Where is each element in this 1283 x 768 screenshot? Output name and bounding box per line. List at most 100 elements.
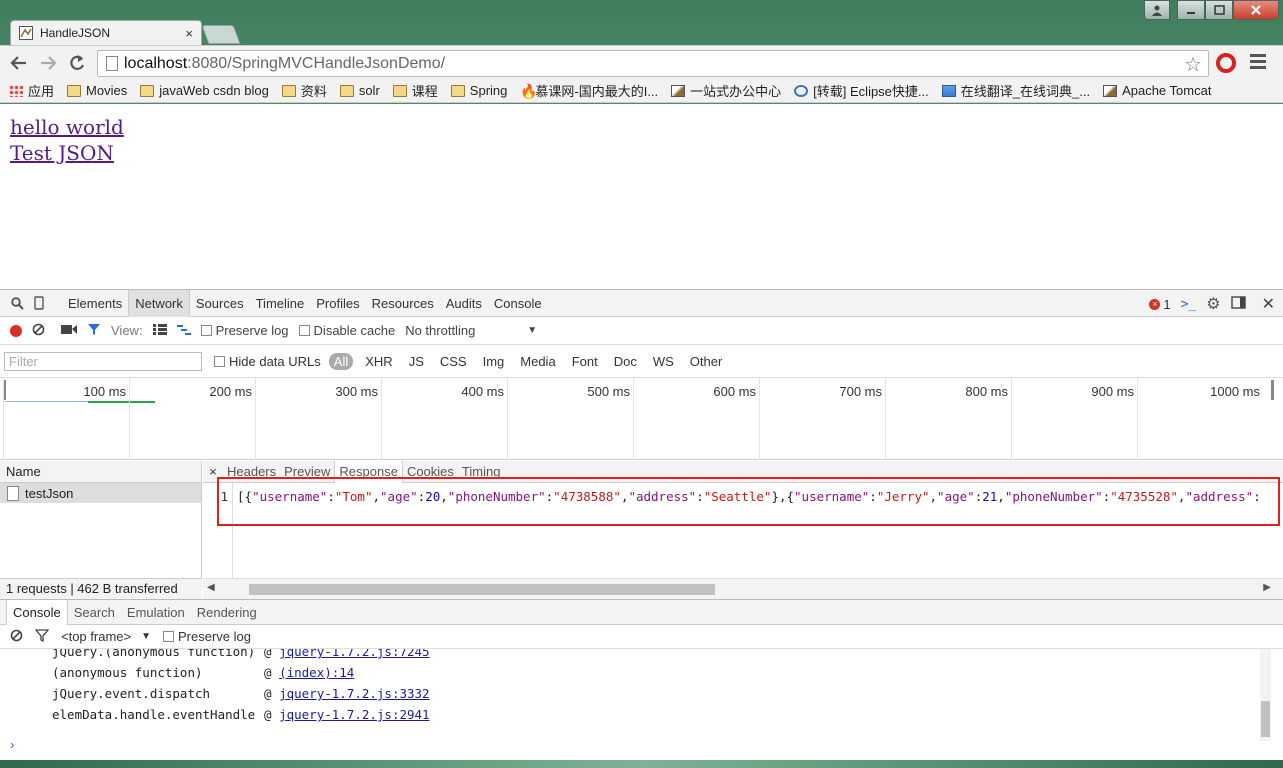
bookmark-folder-kecheng[interactable]: 课程 bbox=[392, 81, 438, 100]
bookmark-office[interactable]: 一站式办公中心 bbox=[671, 81, 781, 100]
tab-timing[interactable]: Timing bbox=[458, 461, 505, 483]
bookmark-apps[interactable]: 应用 bbox=[9, 81, 54, 100]
bookmark-folder-solr[interactable]: solr bbox=[339, 83, 380, 98]
bookmark-folder-spring[interactable]: Spring bbox=[450, 83, 507, 98]
error-counter[interactable]: × 1 bbox=[1149, 297, 1171, 312]
tab-response[interactable]: Response bbox=[334, 460, 403, 483]
filter-type-js[interactable]: JS bbox=[405, 353, 428, 370]
bookmark-translate[interactable]: 在线翻译_在线词典_... bbox=[941, 81, 1090, 100]
bookmark-folder-javaweb[interactable]: javaWeb csdn blog bbox=[140, 83, 269, 98]
folder-icon bbox=[392, 84, 407, 97]
filter-type-xhr[interactable]: XHR bbox=[361, 353, 396, 370]
bookmark-folder-movies[interactable]: Movies bbox=[67, 83, 127, 98]
dock-side-icon[interactable] bbox=[1230, 296, 1246, 312]
horizontal-scrollbar[interactable]: ◀ ▶ bbox=[203, 578, 1283, 599]
new-tab-button[interactable] bbox=[201, 25, 241, 44]
frame-select[interactable]: <top frame> ▼ bbox=[61, 629, 151, 644]
source-link[interactable]: (index):14 bbox=[279, 665, 354, 680]
settings-gear-icon[interactable]: ⚙ bbox=[1206, 294, 1220, 314]
console-prompt-icon[interactable]: › bbox=[10, 737, 14, 752]
scrollbar-thumb[interactable] bbox=[249, 584, 715, 595]
tab-preview[interactable]: Preview bbox=[280, 461, 334, 483]
address-bar[interactable]: localhost:8080/SpringMVCHandleJsonDemo/ … bbox=[97, 50, 1209, 77]
browser-tab[interactable]: HandleJSON × bbox=[10, 20, 202, 45]
overview-right-handle[interactable] bbox=[1271, 380, 1274, 400]
preserve-log-checkbox[interactable]: Preserve log bbox=[200, 323, 289, 338]
tab-resources[interactable]: Resources bbox=[366, 290, 440, 317]
source-link[interactable]: jquery-1.7.2.js:3332 bbox=[279, 686, 430, 701]
network-overview[interactable]: 100 ms 200 ms 300 ms 400 ms 500 ms 600 m… bbox=[0, 378, 1283, 460]
view-label: View: bbox=[111, 323, 143, 338]
close-detail-icon[interactable]: × bbox=[203, 464, 223, 479]
user-icon[interactable] bbox=[1144, 0, 1170, 20]
drawer-tab-emulation[interactable]: Emulation bbox=[121, 600, 191, 625]
scroll-left-icon[interactable]: ◀ bbox=[207, 582, 215, 593]
stack-frame: (anonymous function) @ (index):14 bbox=[52, 665, 355, 680]
bookmark-tomcat[interactable]: Apache Tomcat bbox=[1103, 83, 1211, 98]
tab-timeline[interactable]: Timeline bbox=[250, 290, 311, 317]
filter-type-img[interactable]: Img bbox=[479, 353, 509, 370]
bookmark-eclipse[interactable]: [转载] Eclipse快捷... bbox=[794, 81, 929, 100]
hello-world-link[interactable]: hello world bbox=[10, 114, 1283, 140]
test-json-link[interactable]: Test JSON bbox=[10, 140, 1283, 166]
drawer-tab-search[interactable]: Search bbox=[68, 600, 121, 625]
bookmark-folder-ziliao[interactable]: 资料 bbox=[281, 81, 327, 100]
capture-screenshots-icon[interactable] bbox=[61, 323, 77, 338]
disable-cache-checkbox[interactable]: Disable cache bbox=[298, 323, 395, 338]
waterfall-icon[interactable] bbox=[176, 323, 191, 338]
filter-type-other[interactable]: Other bbox=[686, 353, 727, 370]
tab-cookies[interactable]: Cookies bbox=[403, 461, 458, 483]
throttling-select[interactable]: No throttling ▼ bbox=[405, 323, 537, 338]
source-link[interactable]: jquery-1.7.2.js:7245 bbox=[279, 649, 430, 659]
scrollbar-thumb[interactable] bbox=[1261, 701, 1270, 737]
close-devtools-icon[interactable]: ✕ bbox=[1262, 294, 1275, 314]
column-header-name[interactable]: Name bbox=[0, 461, 201, 483]
source-link[interactable]: jquery-1.7.2.js:2941 bbox=[279, 707, 430, 722]
stack-frame: elemData.handle.eventHandle @ jquery-1.7.… bbox=[52, 707, 430, 722]
tab-close-icon[interactable]: × bbox=[185, 26, 193, 41]
request-row[interactable]: testJson bbox=[0, 483, 201, 503]
console-filter-icon[interactable] bbox=[34, 628, 50, 645]
filter-type-ws[interactable]: WS bbox=[649, 353, 678, 370]
filter-input[interactable]: Filter bbox=[4, 351, 202, 371]
hide-data-urls-checkbox[interactable]: Hide data URLs bbox=[214, 354, 321, 369]
tab-elements[interactable]: Elements bbox=[62, 290, 128, 317]
scroll-right-icon[interactable]: ▶ bbox=[1263, 582, 1271, 593]
forward-icon[interactable] bbox=[37, 52, 59, 74]
tab-audits[interactable]: Audits bbox=[440, 290, 488, 317]
large-rows-icon[interactable] bbox=[152, 323, 167, 338]
menu-icon[interactable] bbox=[1250, 54, 1266, 72]
filter-type-font[interactable]: Font bbox=[568, 353, 602, 370]
console-scrollbar[interactable] bbox=[1260, 649, 1271, 741]
filter-type-doc[interactable]: Doc bbox=[610, 353, 641, 370]
maximize-button[interactable] bbox=[1205, 0, 1233, 20]
tab-console[interactable]: Console bbox=[488, 290, 548, 317]
drawer-tab-console[interactable]: Console bbox=[6, 599, 68, 625]
window-close-button[interactable] bbox=[1233, 0, 1279, 20]
clear-console-icon[interactable] bbox=[10, 629, 23, 645]
bookmark-star-icon[interactable]: ☆ bbox=[1184, 52, 1202, 77]
tab-sources[interactable]: Sources bbox=[190, 290, 250, 317]
device-mode-icon[interactable] bbox=[30, 294, 48, 312]
drawer-tab-rendering[interactable]: Rendering bbox=[191, 600, 263, 625]
record-icon[interactable] bbox=[10, 324, 22, 337]
minimize-button[interactable] bbox=[1177, 0, 1205, 20]
bookmark-imooc[interactable]: 🔥 慕课网-国内最大的I... bbox=[520, 81, 658, 100]
tab-network[interactable]: Network bbox=[128, 289, 190, 317]
inspect-icon[interactable] bbox=[8, 294, 26, 312]
tab-headers[interactable]: Headers bbox=[223, 461, 280, 483]
filter-type-media[interactable]: Media bbox=[516, 353, 559, 370]
filter-type-all[interactable]: All bbox=[328, 352, 354, 370]
error-icon: × bbox=[1149, 298, 1161, 310]
clear-icon[interactable] bbox=[32, 323, 45, 339]
console-drawer-icon[interactable]: >_ bbox=[1181, 297, 1197, 312]
console-preserve-log-checkbox[interactable]: Preserve log bbox=[163, 629, 251, 644]
response-body[interactable]: 1 [{"username":"Tom","age":20,"phoneNumb… bbox=[203, 483, 1283, 578]
filter-type-css[interactable]: CSS bbox=[436, 353, 471, 370]
back-icon[interactable] bbox=[8, 52, 30, 74]
tab-profiles[interactable]: Profiles bbox=[310, 290, 365, 317]
opera-extension-icon[interactable] bbox=[1216, 53, 1236, 73]
filter-icon[interactable] bbox=[87, 323, 101, 339]
folder-icon bbox=[67, 84, 82, 97]
reload-icon[interactable] bbox=[66, 52, 88, 74]
